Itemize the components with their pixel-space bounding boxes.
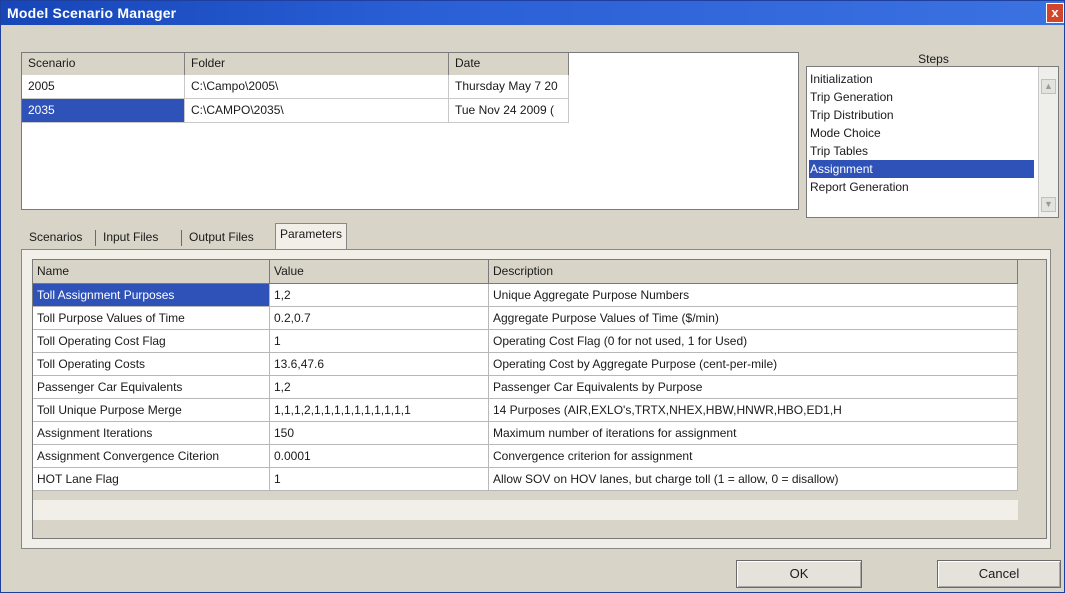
parameter-value[interactable]: 1,1,1,2,1,1,1,1,1,1,1,1,1,1 [270, 399, 489, 422]
step-item-trip-tables[interactable]: Trip Tables [809, 142, 1034, 160]
parameter-value[interactable]: 1 [270, 330, 489, 353]
cancel-button[interactable]: Cancel [937, 560, 1061, 588]
parameter-description: 14 Purposes (AIR,EXLO's,TRTX,NHEX,HBW,HN… [489, 399, 1018, 422]
model-scenario-manager-window: Model Scenario Manager x Scenario Folder… [0, 0, 1065, 593]
date-cell: Thursday May 7 20 [449, 75, 569, 99]
parameter-description: Allow SOV on HOV lanes, but charge toll … [489, 468, 1018, 491]
scenario-cell: 2005 [22, 75, 185, 99]
column-header-folder[interactable]: Folder [185, 53, 449, 75]
parameter-description: Aggregate Purpose Values of Time ($/min) [489, 307, 1018, 330]
column-header-scenario[interactable]: Scenario [22, 53, 185, 75]
parameter-value[interactable]: 1,2 [270, 284, 489, 307]
tab-separator [181, 230, 182, 246]
tab-input-files[interactable]: Input Files [99, 227, 162, 249]
scenario-list[interactable]: Scenario Folder Date 2005 C:\Campo\2005\… [21, 52, 799, 210]
parameters-grid[interactable]: Name Value Description Toll Assignment P… [32, 259, 1047, 539]
parameter-description: Passenger Car Equivalents by Purpose [489, 376, 1018, 399]
parameter-value[interactable]: 0.2,0.7 [270, 307, 489, 330]
steps-list[interactable]: Initialization Trip Generation Trip Dist… [806, 66, 1059, 218]
tab-output-files[interactable]: Output Files [185, 227, 258, 249]
scenario-cell: 2035 [22, 99, 185, 123]
parameter-row[interactable]: Toll Unique Purpose Merge 1,1,1,2,1,1,1,… [33, 399, 1018, 422]
parameter-row[interactable]: Assignment Iterations 150 Maximum number… [33, 422, 1018, 445]
title-bar[interactable]: Model Scenario Manager x [1, 1, 1064, 25]
column-header-description[interactable]: Description [489, 260, 1018, 284]
parameter-value[interactable]: 150 [270, 422, 489, 445]
grid-empty-area [33, 500, 1018, 520]
parameter-name: Passenger Car Equivalents [33, 376, 270, 399]
close-icon[interactable]: x [1046, 3, 1064, 23]
window-title: Model Scenario Manager [7, 5, 177, 21]
parameter-value[interactable]: 0.0001 [270, 445, 489, 468]
parameter-row[interactable]: Toll Operating Costs 13.6,47.6 Operating… [33, 353, 1018, 376]
parameter-description: Maximum number of iterations for assignm… [489, 422, 1018, 445]
parameter-row[interactable]: HOT Lane Flag 1 Allow SOV on HOV lanes, … [33, 468, 1018, 491]
parameter-name: Toll Unique Purpose Merge [33, 399, 270, 422]
parameters-grid-header: Name Value Description [33, 260, 1018, 284]
tab-scenarios[interactable]: Scenarios [25, 227, 86, 249]
parameter-row[interactable]: Assignment Convergence Citerion 0.0001 C… [33, 445, 1018, 468]
parameter-description: Unique Aggregate Purpose Numbers [489, 284, 1018, 307]
parameter-description: Operating Cost by Aggregate Purpose (cen… [489, 353, 1018, 376]
scenario-list-header: Scenario Folder Date [22, 53, 569, 75]
tab-separator [95, 230, 96, 246]
column-header-name[interactable]: Name [33, 260, 270, 284]
parameter-name: Assignment Convergence Citerion [33, 445, 270, 468]
parameter-name: Toll Operating Cost Flag [33, 330, 270, 353]
parameter-name: Assignment Iterations [33, 422, 270, 445]
column-header-date[interactable]: Date [449, 53, 569, 75]
step-item-mode-choice[interactable]: Mode Choice [809, 124, 1034, 142]
scroll-down-icon[interactable]: ▼ [1041, 197, 1056, 212]
tab-parameters[interactable]: Parameters [275, 223, 348, 249]
parameter-row[interactable]: Passenger Car Equivalents 1,2 Passenger … [33, 376, 1018, 399]
step-item-trip-generation[interactable]: Trip Generation [809, 88, 1034, 106]
parameter-row[interactable]: Toll Operating Cost Flag 1 Operating Cos… [33, 330, 1018, 353]
step-item-initialization[interactable]: Initialization [809, 70, 1034, 88]
parameter-name: Toll Purpose Values of Time [33, 307, 270, 330]
parameter-name: HOT Lane Flag [33, 468, 270, 491]
date-cell: Tue Nov 24 2009 ( [449, 99, 569, 123]
parameter-description: Convergence criterion for assignment [489, 445, 1018, 468]
parameter-row[interactable]: Toll Purpose Values of Time 0.2,0.7 Aggr… [33, 307, 1018, 330]
folder-cell: C:\CAMPO\2035\ [185, 99, 449, 123]
step-item-assignment[interactable]: Assignment [809, 160, 1034, 178]
column-header-value[interactable]: Value [270, 260, 489, 284]
parameter-description: Operating Cost Flag (0 for not used, 1 f… [489, 330, 1018, 353]
scroll-up-icon[interactable]: ▲ [1041, 79, 1056, 94]
step-item-report-generation[interactable]: Report Generation [809, 178, 1034, 196]
folder-cell: C:\Campo\2005\ [185, 75, 449, 99]
parameter-value[interactable]: 1,2 [270, 376, 489, 399]
parameter-value[interactable]: 1 [270, 468, 489, 491]
parameter-name: Toll Operating Costs [33, 353, 270, 376]
scenario-row[interactable]: 2005 C:\Campo\2005\ Thursday May 7 20 [22, 75, 569, 99]
step-item-trip-distribution[interactable]: Trip Distribution [809, 106, 1034, 124]
ok-button[interactable]: OK [736, 560, 862, 588]
parameter-row[interactable]: Toll Assignment Purposes 1,2 Unique Aggr… [33, 284, 1018, 307]
parameter-value[interactable]: 13.6,47.6 [270, 353, 489, 376]
steps-label: Steps [918, 52, 949, 66]
parameter-name: Toll Assignment Purposes [33, 284, 270, 307]
steps-scrollbar[interactable]: ▲ ▼ [1038, 67, 1058, 217]
scenario-row-selected[interactable]: 2035 C:\CAMPO\2035\ Tue Nov 24 2009 ( [22, 99, 569, 123]
parameters-panel: Name Value Description Toll Assignment P… [21, 249, 1051, 549]
